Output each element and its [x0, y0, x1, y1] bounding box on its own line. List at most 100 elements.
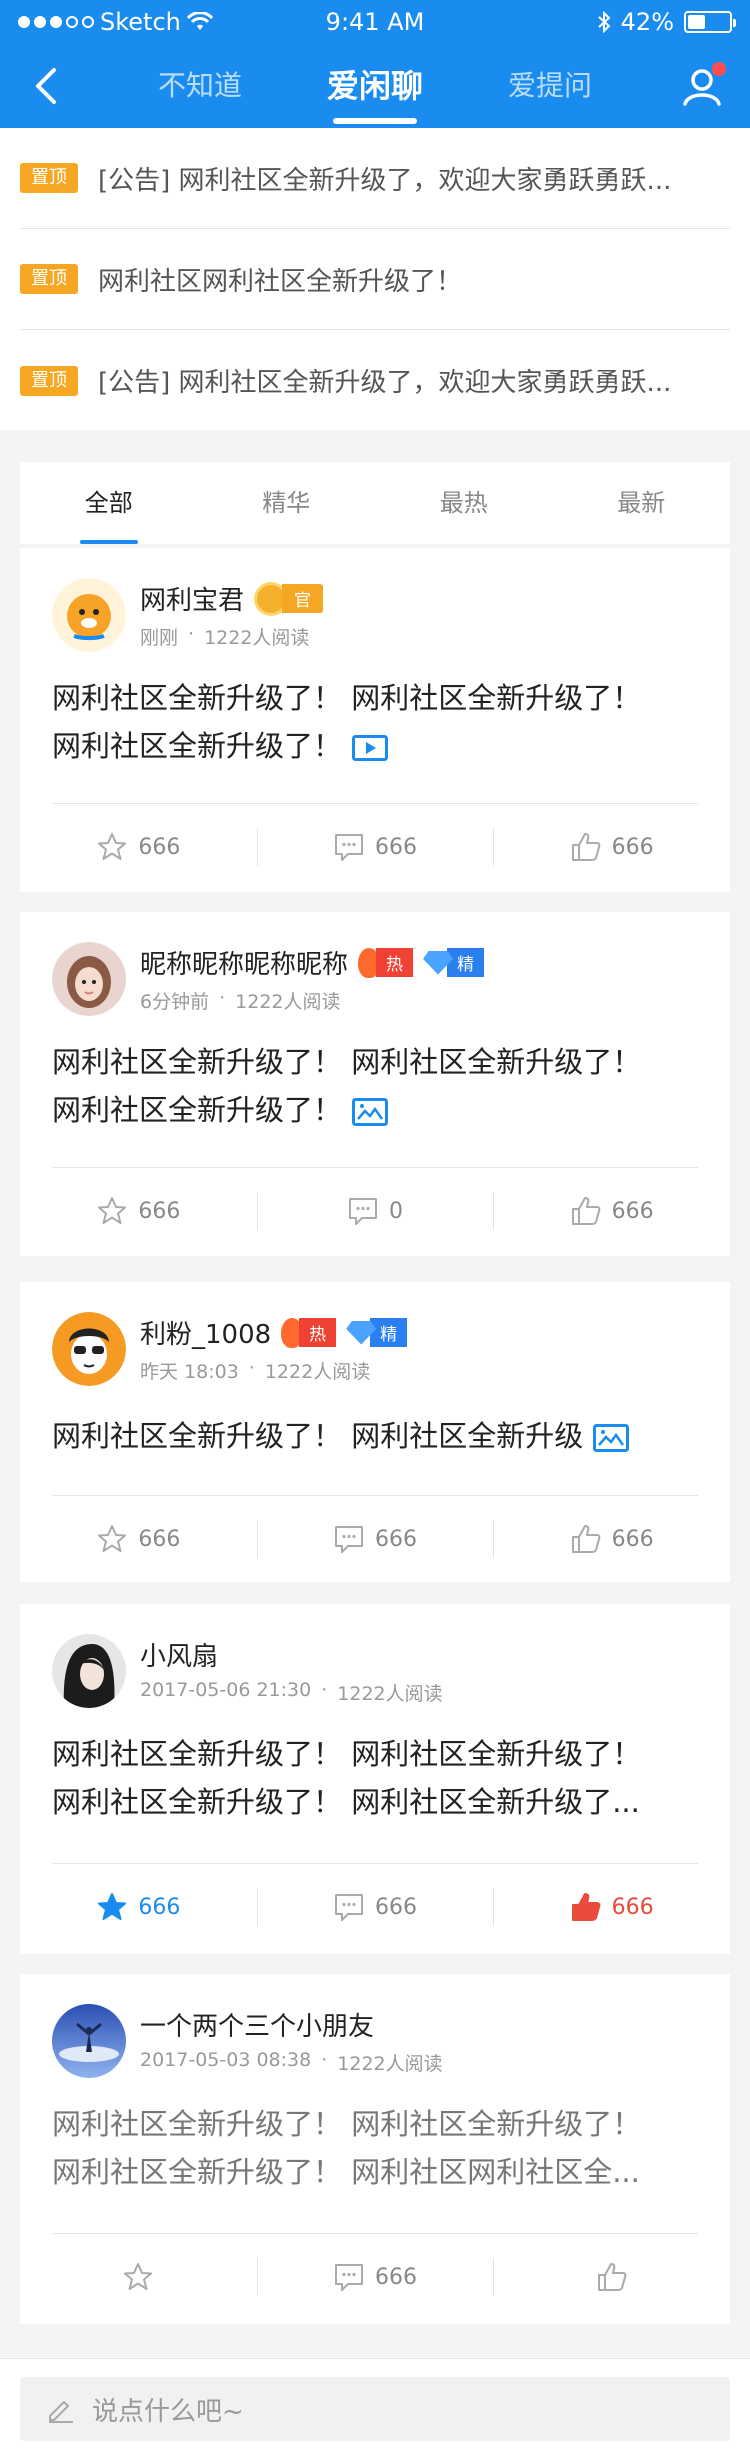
- pinned-item[interactable]: 置顶 [公告] 网利社区全新升级了，欢迎大家勇跃勇跃...: [20, 128, 730, 229]
- bluetooth-icon: [597, 11, 611, 33]
- star-icon: [98, 1197, 127, 1224]
- post-actions: 666 666 666: [20, 1496, 730, 1582]
- username[interactable]: 利粉_1008: [140, 1314, 271, 1351]
- status-bar: Sketch 9:41 AM 42%: [0, 0, 750, 44]
- tab-essence[interactable]: 精华: [198, 462, 376, 544]
- username[interactable]: 网利宝君: [140, 580, 244, 617]
- pinned-text: 网利社区网利社区全新升级了！: [98, 266, 463, 297]
- comment-placeholder: 说点什么吧~: [92, 2396, 244, 2427]
- post-time: 昨天 18:03: [140, 1361, 239, 1383]
- comment-button[interactable]: 666: [256, 2234, 494, 2320]
- post-time: 6分钟前: [140, 991, 210, 1013]
- favorite-button[interactable]: [20, 2234, 257, 2320]
- avatar[interactable]: [52, 1312, 126, 1386]
- channel-tabs: 不知道 爱闲聊 爱提问: [140, 44, 610, 128]
- sort-tabs: 全部 精华 最热 最新: [20, 462, 730, 544]
- user-profile-button[interactable]: [680, 62, 726, 108]
- post-time: 2017-05-03 08:38: [140, 2049, 312, 2071]
- avatar[interactable]: [52, 578, 126, 652]
- post-card[interactable]: 网利宝君 官 刚刚 · 1222人阅读 网利社区全新升级了！ 网利社区全新升级了…: [20, 548, 730, 892]
- post-time: 刚刚: [140, 627, 179, 649]
- post-content[interactable]: 网利社区全新升级了！ 网利社区全新升级了！ 网利社区全新升级了！: [52, 674, 698, 770]
- star-filled-icon: [98, 1893, 127, 1920]
- battery-percent: 42%: [620, 8, 674, 36]
- image-icon: [593, 1424, 630, 1452]
- thumb-up-icon: [571, 1525, 601, 1553]
- like-button[interactable]: 666: [493, 1496, 730, 1582]
- pinned-badge: 置顶: [20, 365, 78, 396]
- comment-button[interactable]: 666: [256, 1864, 494, 1950]
- comment-button[interactable]: 0: [256, 1168, 494, 1254]
- username[interactable]: 小风扇: [140, 1636, 218, 1673]
- read-count: 1222人阅读: [235, 991, 341, 1013]
- favorite-button[interactable]: 666: [20, 804, 257, 890]
- comment-button[interactable]: 666: [256, 1496, 494, 1582]
- read-count: 1222人阅读: [337, 2053, 443, 2075]
- comment-icon: [335, 2264, 363, 2291]
- like-button[interactable]: 666: [493, 804, 730, 890]
- avatar[interactable]: [52, 1634, 126, 1708]
- thumb-up-icon: [597, 2263, 627, 2291]
- thumb-up-icon: [571, 1197, 601, 1225]
- favorite-button[interactable]: 666: [20, 1496, 257, 1582]
- battery-icon: [684, 11, 736, 33]
- tab-aitiwen[interactable]: 爱提问: [490, 44, 610, 128]
- pencil-icon: [49, 2401, 73, 2423]
- comment-icon: [335, 1526, 363, 1553]
- essence-badge: 精: [423, 948, 485, 977]
- back-icon[interactable]: [26, 64, 70, 108]
- tab-all[interactable]: 全部: [20, 462, 198, 544]
- comment-composer: 说点什么吧~: [0, 2358, 750, 2458]
- post-card[interactable]: 利粉_1008 热 精 昨天 18:03 · 1222人阅读 网利社区全新升级了…: [20, 1282, 730, 1582]
- post-actions: 666 666 666: [20, 1864, 730, 1950]
- pinned-item[interactable]: 置顶 网利社区网利社区全新升级了！: [20, 229, 730, 330]
- read-count: 1222人阅读: [264, 1361, 371, 1383]
- like-button[interactable]: 666: [493, 1168, 730, 1254]
- post-card[interactable]: 一个两个三个小朋友 2017-05-03 08:38 · 1222人阅读 网利社…: [20, 1974, 730, 2324]
- essence-badge: 精: [346, 1318, 408, 1347]
- image-icon: [352, 1098, 389, 1126]
- comment-icon: [349, 1198, 377, 1225]
- tab-hottest[interactable]: 最热: [375, 462, 553, 544]
- post-content[interactable]: 网利社区全新升级了！ 网利社区全新升级了！ 网利社区全新升级了！ 网利社区全新升…: [52, 1730, 698, 1826]
- like-button[interactable]: 666: [493, 1864, 730, 1950]
- notification-dot: [712, 62, 726, 76]
- comment-button[interactable]: 666: [256, 804, 494, 890]
- pinned-item[interactable]: 置顶 [公告] 网利社区全新升级了，欢迎大家勇跃勇跃...: [20, 330, 730, 431]
- favorite-button[interactable]: 666: [20, 1864, 257, 1950]
- avatar[interactable]: [52, 2004, 126, 2078]
- post-actions: 666 666 666: [20, 804, 730, 890]
- read-count: 1222人阅读: [337, 1683, 443, 1705]
- hot-badge: 热: [281, 1317, 337, 1348]
- tab-budaozhi[interactable]: 不知道: [140, 44, 260, 128]
- post-time: 2017-05-06 21:30: [140, 1679, 312, 1701]
- star-icon: [98, 833, 127, 860]
- top-nav: 不知道 爱闲聊 爱提问: [0, 44, 750, 128]
- pinned-badge: 置顶: [20, 163, 78, 193]
- tab-newest[interactable]: 最新: [553, 462, 731, 544]
- post-actions: 666: [20, 2234, 730, 2320]
- username[interactable]: 昵称昵称昵称昵称: [140, 944, 348, 981]
- official-badge: 官: [254, 581, 324, 616]
- like-button[interactable]: [493, 2234, 730, 2320]
- read-count: 1222人阅读: [204, 627, 310, 649]
- thumb-up-icon: [571, 833, 601, 861]
- avatar[interactable]: [52, 942, 126, 1016]
- favorite-button[interactable]: 666: [20, 1168, 257, 1254]
- post-content[interactable]: 网利社区全新升级了！ 网利社区全新升级了！ 网利社区全新升级了！ 网利社区网利社…: [52, 2100, 698, 2196]
- post-actions: 666 0 666: [20, 1168, 730, 1254]
- pinned-list: 置顶 [公告] 网利社区全新升级了，欢迎大家勇跃勇跃... 置顶 网利社区网利社…: [0, 128, 750, 430]
- post-content[interactable]: 网利社区全新升级了！ 网利社区全新升级了！ 网利社区全新升级了！: [52, 1038, 698, 1134]
- comment-icon: [335, 834, 363, 861]
- post-card[interactable]: 小风扇 2017-05-06 21:30 · 1222人阅读 网利社区全新升级了…: [20, 1604, 730, 1954]
- video-icon: [352, 735, 389, 761]
- tab-aixianliao[interactable]: 爱闲聊: [315, 44, 435, 128]
- comment-input[interactable]: 说点什么吧~: [20, 2377, 730, 2441]
- post-card[interactable]: 昵称昵称昵称昵称 热 精 6分钟前 · 1222人阅读 网利社区全新升级了！ 网…: [20, 912, 730, 1256]
- pinned-badge: 置顶: [20, 264, 78, 294]
- star-icon: [98, 1525, 127, 1552]
- post-content[interactable]: 网利社区全新升级了！ 网利社区全新升级: [52, 1412, 698, 1460]
- pinned-text: [公告] 网利社区全新升级了，欢迎大家勇跃勇跃...: [98, 368, 672, 398]
- username[interactable]: 一个两个三个小朋友: [140, 2006, 374, 2043]
- pinned-text: [公告] 网利社区全新升级了，欢迎大家勇跃勇跃...: [98, 165, 672, 196]
